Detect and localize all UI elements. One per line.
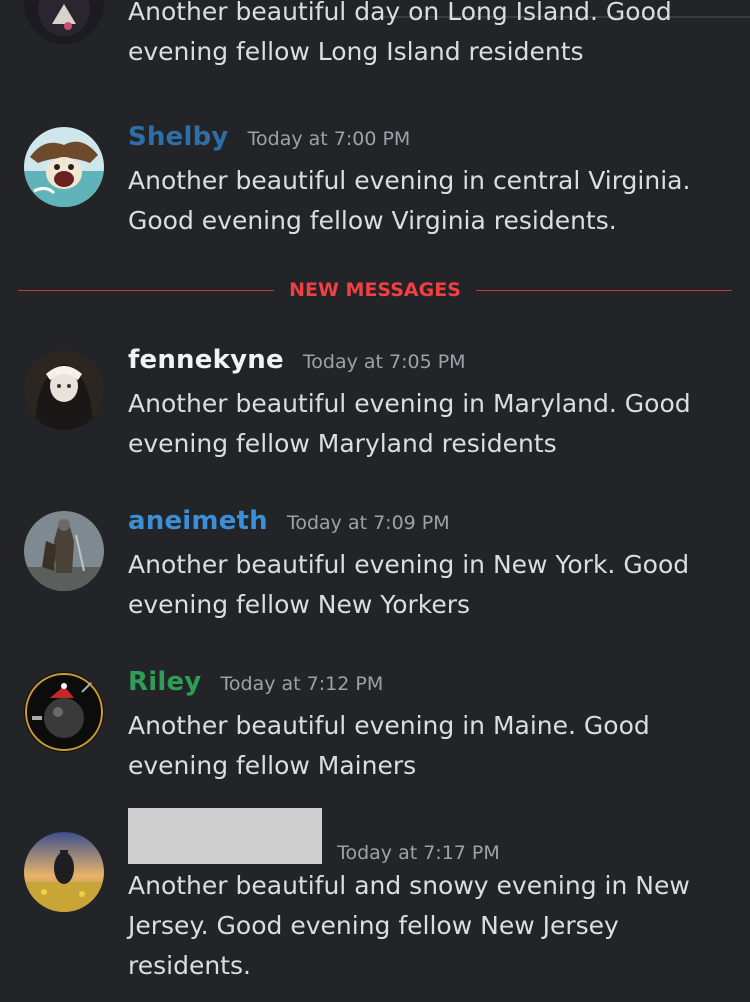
avatar-image — [24, 832, 104, 912]
timestamp: Today at 7:00 PM — [247, 128, 411, 150]
message-header: Today at 7:17 PM — [128, 808, 500, 864]
avatar[interactable] — [24, 672, 104, 752]
username[interactable]: fennekyne — [128, 345, 284, 375]
avatar[interactable] — [24, 0, 104, 44]
message-text: Another beautiful day on Long Island. Go… — [128, 0, 672, 66]
message-header: fennekyne Today at 7:05 PM — [128, 345, 466, 375]
avatar-image — [24, 127, 104, 207]
username[interactable]: Riley — [128, 667, 201, 697]
username[interactable]: Shelby — [128, 122, 229, 152]
message-redacted-user: Today at 7:17 PM Another beautiful and s… — [0, 808, 750, 1002]
timestamp: Today at 7:12 PM — [220, 673, 384, 695]
new-messages-label: NEW MESSAGES — [289, 279, 461, 301]
timestamp: Today at 7:05 PM — [302, 351, 466, 373]
message-riley: Riley Today at 7:12 PM Another beautiful… — [0, 665, 750, 795]
new-messages-divider: NEW MESSAGES — [18, 276, 732, 306]
message-text: Another beautiful evening in central Vir… — [128, 166, 691, 235]
username-redacted[interactable] — [128, 808, 322, 864]
avatar[interactable] — [24, 350, 104, 430]
message-header: aneimeth Today at 7:09 PM — [128, 506, 450, 536]
avatar[interactable] — [24, 511, 104, 591]
avatar-image — [24, 0, 104, 44]
message-header: Riley Today at 7:12 PM — [128, 667, 383, 697]
message-aneimeth: aneimeth Today at 7:09 PM Another beauti… — [0, 504, 750, 634]
message-text: Another beautiful evening in New York. G… — [128, 550, 690, 619]
message-long-island: Another beautiful day on Long Island. Go… — [0, 0, 750, 90]
message-text: Another beautiful evening in Maryland. G… — [128, 389, 691, 458]
avatar[interactable] — [24, 832, 104, 912]
avatar-image — [24, 672, 104, 752]
username[interactable]: aneimeth — [128, 506, 268, 536]
avatar-image — [24, 350, 104, 430]
avatar[interactable] — [24, 127, 104, 207]
timestamp: Today at 7:09 PM — [286, 512, 450, 534]
avatar-image — [24, 511, 104, 591]
message-shelby: Shelby Today at 7:00 PM Another beautifu… — [0, 120, 750, 250]
message-text: Another beautiful evening in Maine. Good… — [128, 711, 650, 780]
message-header: Shelby Today at 7:00 PM — [128, 122, 410, 152]
message-text: Another beautiful and snowy evening in N… — [128, 871, 690, 980]
timestamp: Today at 7:17 PM — [337, 842, 500, 864]
message-fennekyne: fennekyne Today at 7:05 PM Another beaut… — [0, 343, 750, 473]
